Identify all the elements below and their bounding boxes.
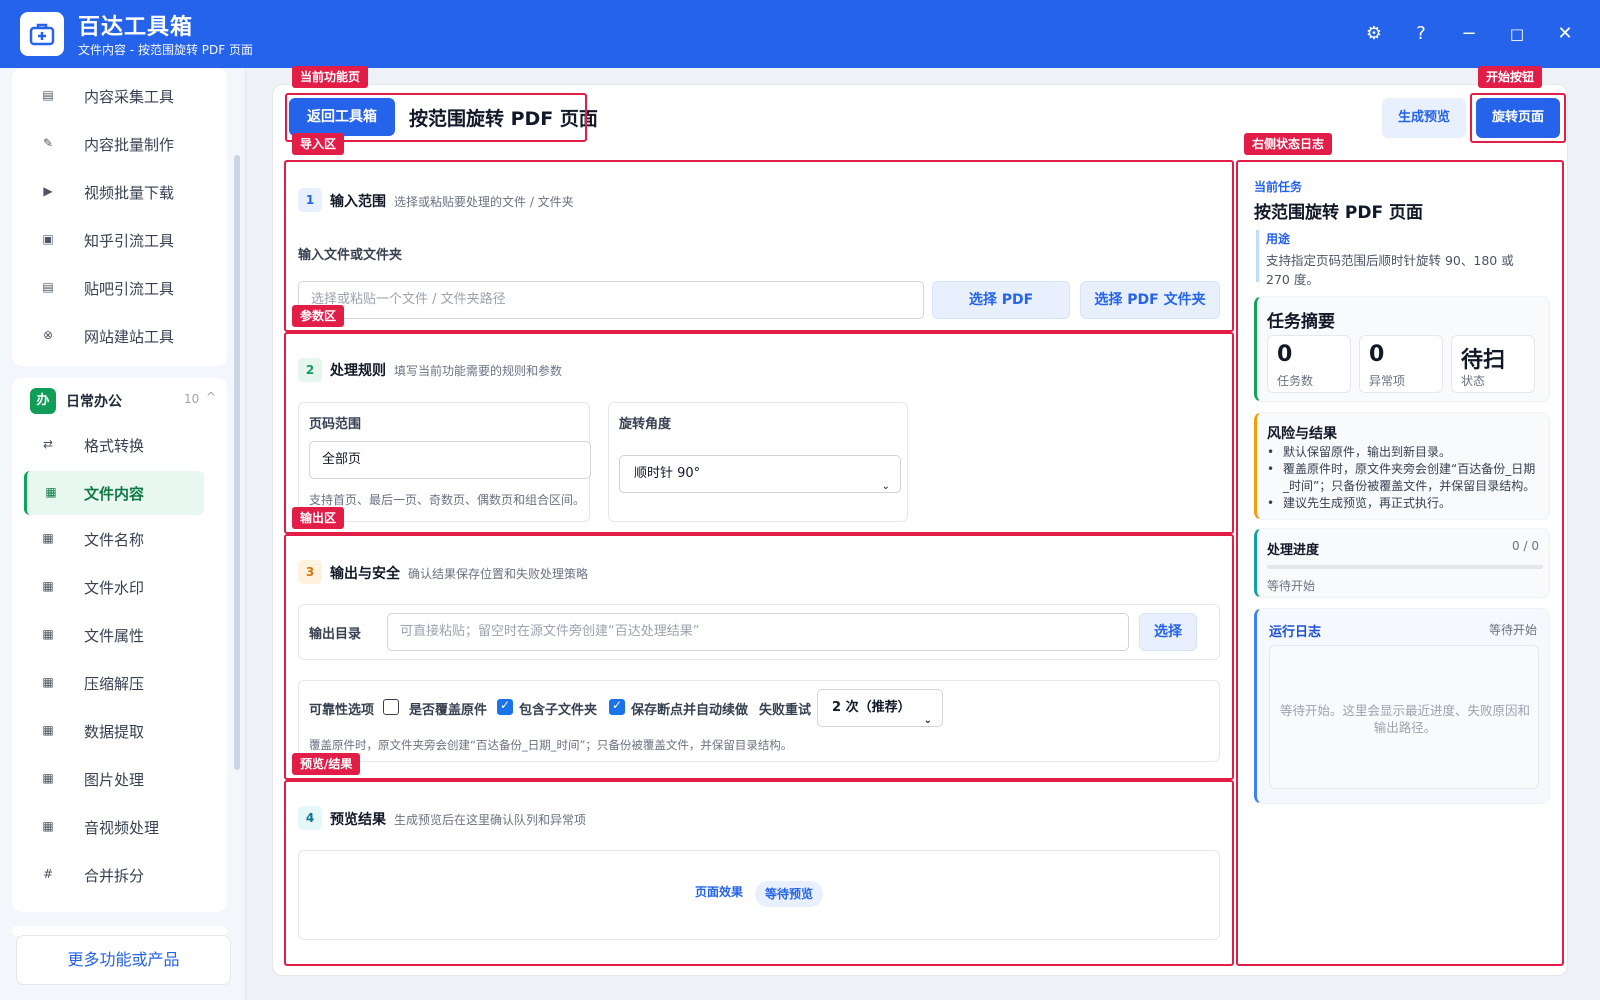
group-header-office[interactable]: 办 日常办公 10 ^ (12, 378, 227, 424)
sidebar-item-tieba[interactable]: ▤ 贴吧引流工具 (24, 268, 204, 308)
params-area-annotation-label: 参数区 (292, 305, 345, 327)
minimize-icon[interactable]: − (1455, 20, 1483, 48)
right-log-annotation-label: 右侧状态日志 (1244, 133, 1333, 155)
grid-icon: ▦ (42, 771, 54, 785)
group-count: 10 (184, 392, 200, 406)
sidebar-item-video-download[interactable]: ▶ 视频批量下载 (24, 172, 204, 212)
convert-icon: ⇄ (42, 437, 54, 451)
grid-icon: ▦ (42, 819, 54, 833)
settings-gear-icon[interactable]: ⚙ (1360, 20, 1388, 48)
group-title: 日常办公 (66, 394, 122, 410)
sidebar-item-website[interactable]: ⊗ 网站建站工具 (24, 316, 204, 356)
output-area-annotation-box (284, 534, 1234, 780)
sidebar-item-av[interactable]: ▦ 音视频处理 (24, 807, 204, 847)
sidebar-item-compress[interactable]: ▦ 压缩解压 (24, 663, 204, 703)
start-button-annotation-label: 开始按钮 (1478, 66, 1543, 88)
tieba-icon: ▤ (42, 280, 54, 294)
zhihu-icon: ▣ (42, 232, 54, 246)
grid-icon: ▦ (42, 531, 54, 545)
sidebar-item-zhihu[interactable]: ▣ 知乎引流工具 (24, 220, 204, 260)
sidebar-item-format-convert[interactable]: ⇄ 格式转换 (24, 425, 204, 465)
import-area-annotation-label: 导入区 (292, 133, 345, 155)
help-icon[interactable]: ? (1407, 20, 1435, 48)
grid-icon: ▦ (42, 627, 54, 641)
preview-area-annotation-label: 预览/结果 (292, 753, 361, 775)
office-badge-icon: 办 (30, 388, 56, 414)
edit-icon: ✎ (42, 136, 54, 150)
sidebar: ▤ 内容采集工具 ✎ 内容批量制作 ▶ 视频批量下载 ▣ 知乎引流工具 ▤ 贴吧… (0, 68, 246, 1000)
collapse-caret-icon[interactable]: ^ (206, 390, 216, 404)
collect-icon: ▤ (42, 88, 54, 102)
grid-icon: ▦ (42, 579, 54, 593)
sidebar-item-file-attributes[interactable]: ▦ 文件属性 (24, 615, 204, 655)
close-icon[interactable]: ✕ (1551, 20, 1579, 48)
sidebar-item-merge-split[interactable]: # 合并拆分 (24, 855, 204, 895)
video-icon: ▶ (43, 184, 53, 198)
start-button-annotation-box (1470, 93, 1566, 143)
params-area-annotation-box (284, 332, 1234, 534)
output-area-annotation-label: 输出区 (292, 507, 345, 529)
right-log-annotation-box (1236, 160, 1564, 966)
grid-icon: ▦ (42, 675, 54, 689)
generate-preview-button[interactable]: 生成预览 (1382, 98, 1466, 138)
hash-icon: # (42, 867, 54, 881)
grid-icon: ▦ (42, 723, 54, 737)
current-page-annotation-label: 当前功能页 (292, 66, 369, 88)
sidebar-scrollbar[interactable] (234, 155, 240, 770)
toolbox-logo-icon (20, 12, 64, 56)
sidebar-item-image[interactable]: ▦ 图片处理 (24, 759, 204, 799)
sidebar-item-content-collect[interactable]: ▤ 内容采集工具 (24, 76, 204, 116)
import-area-annotation-box (284, 160, 1234, 332)
sidebar-item-watermark[interactable]: ▦ 文件水印 (24, 567, 204, 607)
sidebar-item-file-name[interactable]: ▦ 文件名称 (24, 519, 204, 559)
more-features-button[interactable]: 更多功能或产品 (16, 935, 231, 985)
sidebar-item-batch-make[interactable]: ✎ 内容批量制作 (24, 124, 204, 164)
website-icon: ⊗ (42, 328, 54, 342)
title-bar: 百达工具箱 文件内容 - 按范围旋转 PDF 页面 ⚙ ? − □ ✕ (0, 0, 1600, 68)
maximize-icon[interactable]: □ (1503, 20, 1531, 48)
app-title: 百达工具箱 (78, 15, 194, 40)
sidebar-item-file-content[interactable]: ▦ 文件内容 (24, 471, 204, 515)
preview-area-annotation-box (284, 780, 1234, 966)
sidebar-item-data-extract[interactable]: ▦ 数据提取 (24, 711, 204, 751)
grid-icon: ▦ (45, 485, 57, 499)
app-subtitle: 文件内容 - 按范围旋转 PDF 页面 (78, 43, 253, 57)
